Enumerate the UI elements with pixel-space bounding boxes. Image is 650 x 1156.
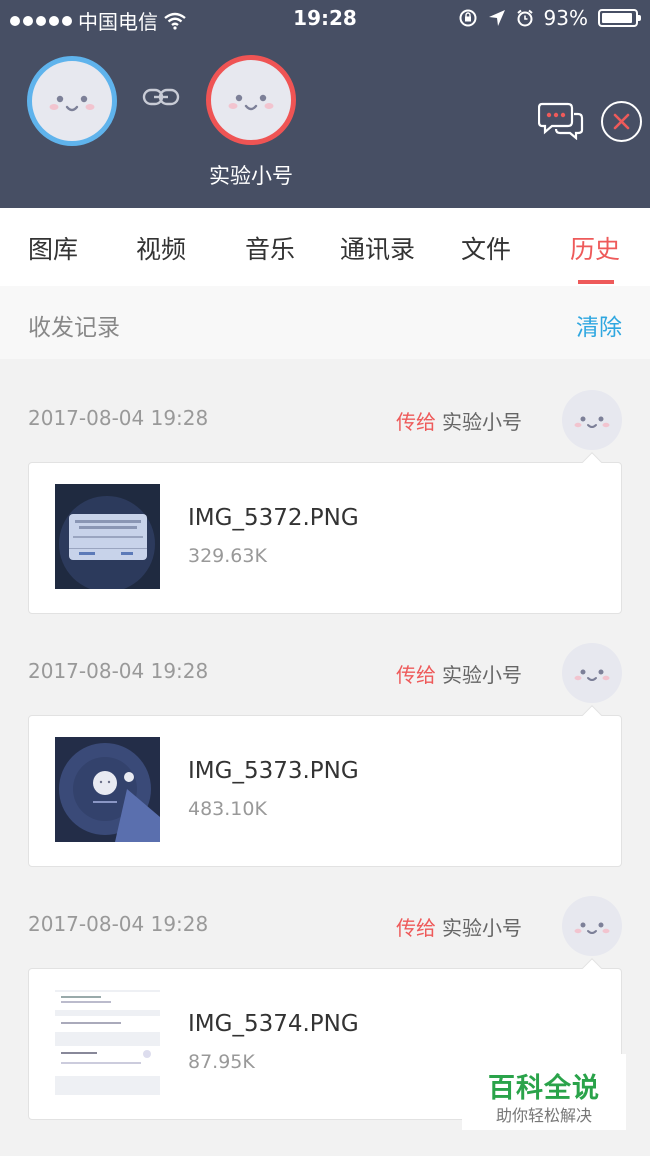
tab-music[interactable]: 音乐 xyxy=(245,230,295,266)
tab-bar: 图库 视频 音乐 通讯录 文件 历史 xyxy=(0,208,650,286)
tab-video[interactable]: 视频 xyxy=(136,230,186,266)
orientation-lock-icon xyxy=(459,9,477,27)
tab-contacts[interactable]: 通讯录 xyxy=(340,230,415,266)
record-recipient: 实验小号 xyxy=(442,663,522,687)
battery-percent: 93% xyxy=(543,6,588,30)
record-date: 2017-08-04 19:28 xyxy=(28,406,209,430)
file-card[interactable]: IMG_5373.PNG 483.10K xyxy=(28,705,622,867)
record-recipient: 实验小号 xyxy=(442,916,522,940)
file-name: IMG_5374.PNG xyxy=(188,1011,359,1037)
smiley-face-icon xyxy=(228,94,274,111)
clear-button[interactable]: 清除 xyxy=(576,308,622,342)
alarm-icon xyxy=(516,9,533,27)
recipient-avatar xyxy=(562,896,622,956)
location-arrow-icon xyxy=(488,10,505,26)
record-recipient: 实验小号 xyxy=(442,410,522,434)
file-size: 483.10K xyxy=(188,798,267,820)
tab-files[interactable]: 文件 xyxy=(461,230,511,266)
smiley-face-icon xyxy=(574,669,610,681)
file-name: IMG_5373.PNG xyxy=(188,758,359,784)
watermark-logo: 百科全说 助你轻松解决 xyxy=(462,1054,626,1130)
self-avatar[interactable] xyxy=(27,56,117,146)
smiley-face-icon xyxy=(49,95,95,112)
peer-name: 实验小号 xyxy=(209,164,293,188)
watermark-title: 百科全说 xyxy=(488,1073,600,1104)
record-verb: 传给 xyxy=(396,410,436,434)
peer-avatar[interactable] xyxy=(206,55,296,145)
smiley-face-icon xyxy=(574,416,610,428)
status-bar: 中国电信 19:28 93% xyxy=(0,0,650,36)
recipient-avatar xyxy=(562,390,622,450)
tab-history[interactable]: 历史 xyxy=(570,230,620,266)
chat-icon[interactable] xyxy=(538,100,584,140)
file-name: IMG_5372.PNG xyxy=(188,505,359,531)
close-icon[interactable] xyxy=(601,101,642,142)
record-verb: 传给 xyxy=(396,663,436,687)
file-thumbnail xyxy=(55,737,160,842)
file-size: 87.95K xyxy=(188,1051,255,1073)
status-right: 93% xyxy=(458,6,641,30)
record-recipient-line: 传给 实验小号 xyxy=(396,659,522,688)
file-size: 329.63K xyxy=(188,545,267,567)
top-header: 中国电信 19:28 93% 实验小号 xyxy=(0,0,650,208)
battery-fill xyxy=(602,13,632,23)
link-icon xyxy=(142,88,180,106)
file-thumbnail xyxy=(55,990,160,1095)
file-card[interactable]: IMG_5372.PNG 329.63K xyxy=(28,452,622,614)
active-tab-indicator xyxy=(578,280,614,284)
tab-gallery[interactable]: 图库 xyxy=(28,230,78,266)
record-recipient-line: 传给 实验小号 xyxy=(396,406,522,435)
record-date: 2017-08-04 19:28 xyxy=(28,659,209,683)
battery-icon xyxy=(598,9,641,27)
x-icon xyxy=(613,113,630,130)
watermark-subtitle: 助你轻松解决 xyxy=(495,1106,592,1125)
section-title: 收发记录 xyxy=(28,315,120,341)
record-date: 2017-08-04 19:28 xyxy=(28,912,209,936)
recipient-avatar xyxy=(562,643,622,703)
history-section-header: 收发记录 清除 xyxy=(0,286,650,359)
smiley-face-icon xyxy=(574,922,610,934)
record-recipient-line: 传给 实验小号 xyxy=(396,912,522,941)
file-thumbnail xyxy=(55,484,160,589)
record-verb: 传给 xyxy=(396,916,436,940)
